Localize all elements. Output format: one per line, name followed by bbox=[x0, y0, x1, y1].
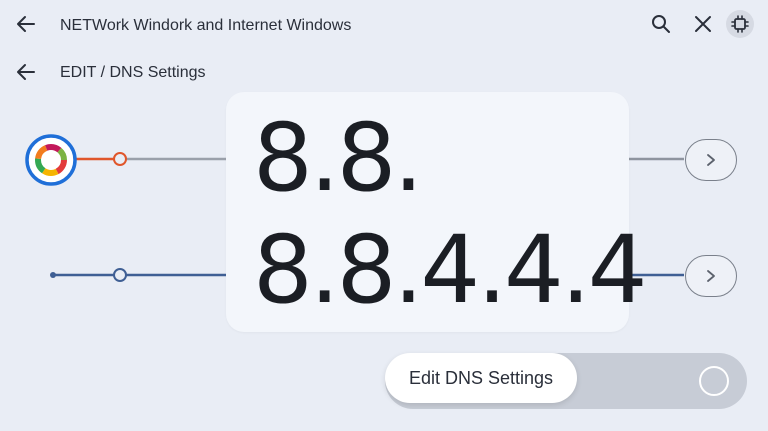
primary-dns-next-button[interactable] bbox=[685, 139, 737, 181]
breadcrumb-back-button[interactable] bbox=[14, 60, 38, 84]
edit-dns-toggle-label: Edit DNS Settings bbox=[409, 367, 554, 388]
arrow-left-icon bbox=[17, 64, 35, 80]
primary-dns-node bbox=[113, 152, 127, 166]
chip-icon bbox=[731, 15, 749, 33]
search-icon bbox=[652, 15, 670, 33]
secondary-dns-next-button[interactable] bbox=[685, 255, 737, 297]
toggle-knob[interactable] bbox=[699, 366, 729, 396]
search-button[interactable] bbox=[649, 12, 673, 36]
dns-address-line-1: 8.8. bbox=[253, 104, 423, 213]
close-button[interactable] bbox=[691, 12, 715, 36]
chevron-right-icon bbox=[707, 270, 715, 282]
secondary-dns-node bbox=[113, 268, 127, 282]
close-icon bbox=[695, 16, 711, 32]
dns-address-line-2: 8.8.4.4.4 bbox=[253, 216, 648, 325]
breadcrumb: EDIT / DNS Settings bbox=[60, 64, 206, 81]
chevron-right-icon bbox=[707, 154, 715, 166]
arrow-left-icon bbox=[17, 16, 35, 32]
back-button[interactable] bbox=[14, 12, 38, 36]
settings-button[interactable] bbox=[726, 10, 754, 38]
edit-dns-toggle-label-pill[interactable]: Edit DNS Settings bbox=[385, 353, 578, 403]
network-logo bbox=[25, 134, 77, 186]
window-title: NETWork Windork and Internet Windows bbox=[60, 17, 352, 34]
